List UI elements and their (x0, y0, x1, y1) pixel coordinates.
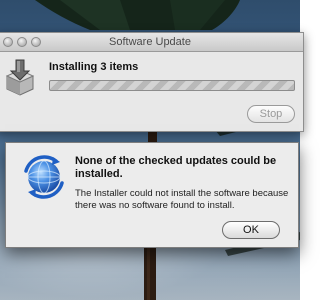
window-titlebar[interactable]: Software Update (0, 33, 303, 52)
software-update-window: Software Update Installing 3 items Stop (0, 32, 304, 132)
software-update-globe-icon (24, 155, 64, 199)
alert-message: The Installer could not install the soft… (75, 188, 289, 211)
stop-button[interactable]: Stop (247, 105, 295, 123)
status-label: Installing 3 items (49, 61, 139, 73)
alert-heading: None of the checked updates could be ins… (75, 155, 277, 180)
install-progress-bar (49, 80, 295, 91)
window-title: Software Update (109, 36, 191, 48)
alert-dialog: None of the checked updates could be ins… (5, 142, 299, 248)
ok-button[interactable]: OK (222, 221, 280, 239)
installer-box-icon (5, 59, 35, 96)
